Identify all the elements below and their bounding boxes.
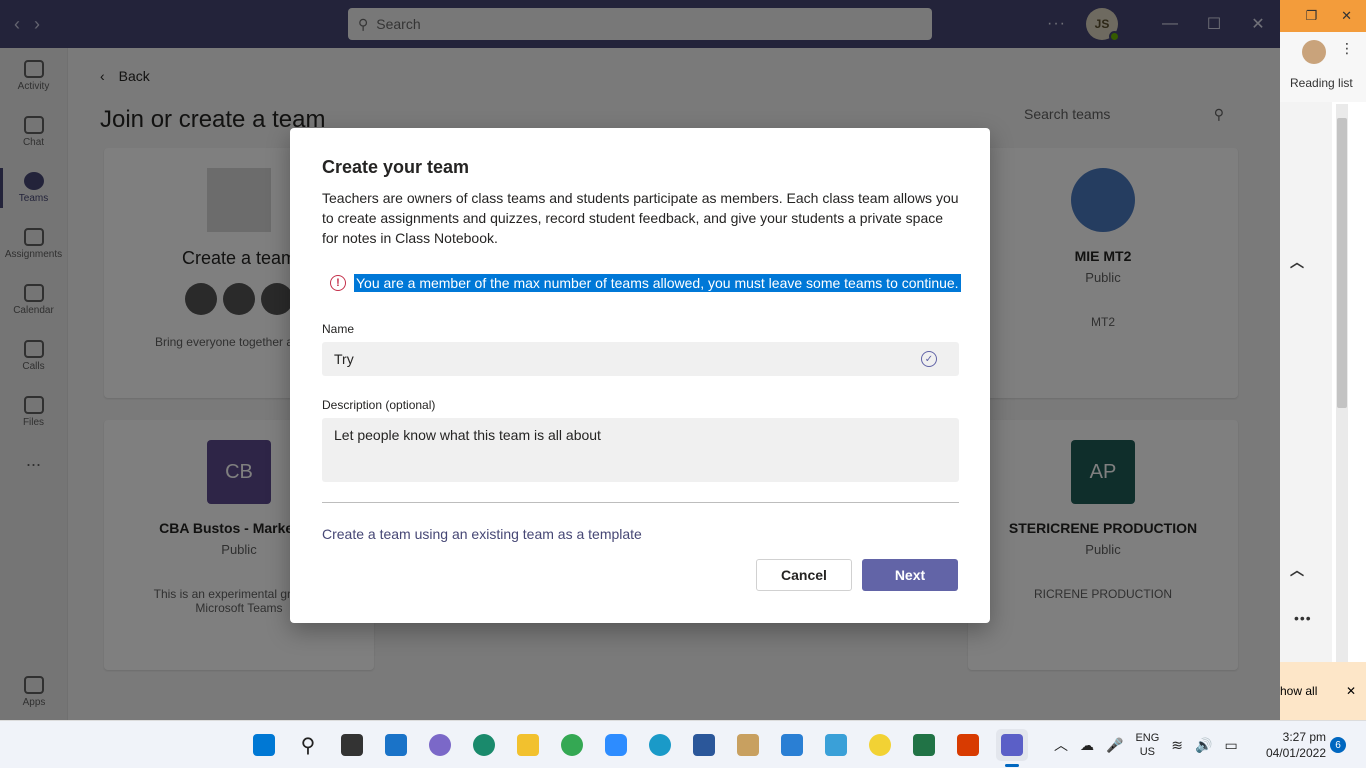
dialog-intro: Teachers are owners of class teams and s… — [322, 190, 959, 246]
photos-button[interactable] — [820, 729, 852, 761]
wifi-icon[interactable]: ≋ — [1171, 737, 1183, 754]
close-icon[interactable]: ✕ — [1346, 684, 1356, 698]
battery-icon[interactable]: ▭ — [1224, 737, 1237, 754]
region-code: US — [1139, 746, 1155, 758]
more-options-icon[interactable]: ⋮ — [1340, 40, 1354, 57]
edge-toolbar: ⋮ Reading list — [1280, 32, 1366, 102]
zoom-button[interactable] — [600, 729, 632, 761]
scrollbar-thumb[interactable] — [1337, 118, 1347, 408]
create-team-dialog: Create your team Teachers are owners of … — [290, 128, 990, 623]
check-circle-icon: ✓ — [921, 351, 937, 367]
search-icon: ⚲ — [300, 734, 316, 757]
cancel-button[interactable]: Cancel — [756, 559, 852, 591]
team-description-field[interactable]: Let people know what this team is all ab… — [322, 418, 959, 482]
show-all-button[interactable]: how all — [1280, 684, 1317, 698]
description-label: Description (optional) — [322, 398, 436, 412]
chevron-up-icon[interactable]: ︿ — [1290, 560, 1304, 580]
teams-icon — [1001, 734, 1023, 756]
chrome-button[interactable] — [556, 729, 588, 761]
edge-button[interactable] — [644, 729, 676, 761]
downloads-bar: how all ✕ — [1280, 662, 1366, 720]
teams-chat-button[interactable] — [424, 729, 456, 761]
file-explorer-button[interactable] — [512, 729, 544, 761]
task-view-button[interactable] — [336, 729, 368, 761]
divider — [322, 502, 959, 503]
chevron-up-icon[interactable]: ︿ — [1290, 252, 1304, 272]
start-button[interactable] — [248, 729, 280, 761]
edge-dev-button[interactable] — [468, 729, 500, 761]
chevron-up-icon[interactable]: ︿ — [1054, 735, 1068, 755]
microphone-icon[interactable]: 🎤 — [1106, 737, 1123, 754]
close-icon[interactable]: ✕ — [1341, 8, 1352, 24]
error-message-row: ! You are a member of the max number of … — [330, 274, 961, 292]
more-options-icon[interactable]: ••• — [1294, 610, 1312, 626]
app-button[interactable] — [864, 729, 896, 761]
windows-icon — [253, 734, 275, 756]
team-name-field[interactable]: Try ✓ — [322, 342, 959, 376]
word-icon — [693, 734, 715, 756]
profile-avatar[interactable] — [1302, 40, 1326, 64]
volume-icon[interactable]: 🔊 — [1195, 737, 1212, 754]
date: 04/01/2022 — [1265, 746, 1326, 760]
notepad-icon — [781, 734, 803, 756]
folder-icon — [517, 734, 539, 756]
office-button[interactable] — [952, 729, 984, 761]
edge-window: ❐ ✕ ⋮ Reading list ︿ ︿ ••• how all ✕ — [1280, 0, 1366, 720]
edge-icon — [649, 734, 671, 756]
app-icon — [737, 734, 759, 756]
taskbar: ⚲ ︿ ☁ 🎤 ENG US ≋ 🔊 ▭ 3:27 pm 04/01/2022 … — [0, 720, 1366, 768]
word-button[interactable] — [688, 729, 720, 761]
app-button[interactable] — [732, 729, 764, 761]
edge-titlebar: ❐ ✕ — [1280, 0, 1366, 32]
edge-icon — [473, 734, 495, 756]
task-view-icon — [341, 734, 363, 756]
photos-icon — [825, 734, 847, 756]
error-message: You are a member of the max number of te… — [354, 274, 961, 292]
restore-icon[interactable]: ❐ — [1305, 8, 1317, 24]
taskbar-apps: ⚲ — [248, 721, 1028, 768]
chrome-icon — [561, 734, 583, 756]
language-code: ENG — [1135, 732, 1160, 744]
excel-button[interactable] — [908, 729, 940, 761]
error-icon: ! — [330, 275, 346, 291]
excel-icon — [913, 734, 935, 756]
office-icon — [957, 734, 979, 756]
search-button[interactable]: ⚲ — [292, 729, 324, 761]
chat-icon — [429, 734, 451, 756]
zoom-icon — [605, 734, 627, 756]
reading-list-button[interactable]: Reading list — [1290, 76, 1353, 90]
teams-window: ‹ › ⚲ Search ··· JS — ☐ ✕ Activity Chat — [0, 0, 1280, 720]
onedrive-icon[interactable]: ☁ — [1080, 737, 1094, 754]
edge-sidebar — [1280, 102, 1332, 662]
notification-badge[interactable]: 6 — [1330, 737, 1346, 753]
time: 3:27 pm — [1282, 730, 1326, 744]
widgets-icon — [385, 734, 407, 756]
widgets-button[interactable] — [380, 729, 412, 761]
system-tray: ︿ ☁ 🎤 ENG US ≋ 🔊 ▭ — [1054, 721, 1238, 768]
app-icon — [869, 734, 891, 756]
teams-button[interactable] — [996, 729, 1028, 767]
clock[interactable]: 3:27 pm 04/01/2022 — [1256, 729, 1326, 761]
scrollbar[interactable] — [1336, 104, 1348, 664]
team-name-value: Try — [334, 351, 354, 367]
dialog-title: Create your team — [322, 157, 470, 177]
notepad-button[interactable] — [776, 729, 808, 761]
name-label: Name — [322, 322, 355, 336]
next-button[interactable]: Next — [862, 559, 958, 591]
language-indicator[interactable]: ENG US — [1135, 731, 1159, 759]
template-link[interactable]: Create a team using an existing team as … — [322, 526, 642, 542]
